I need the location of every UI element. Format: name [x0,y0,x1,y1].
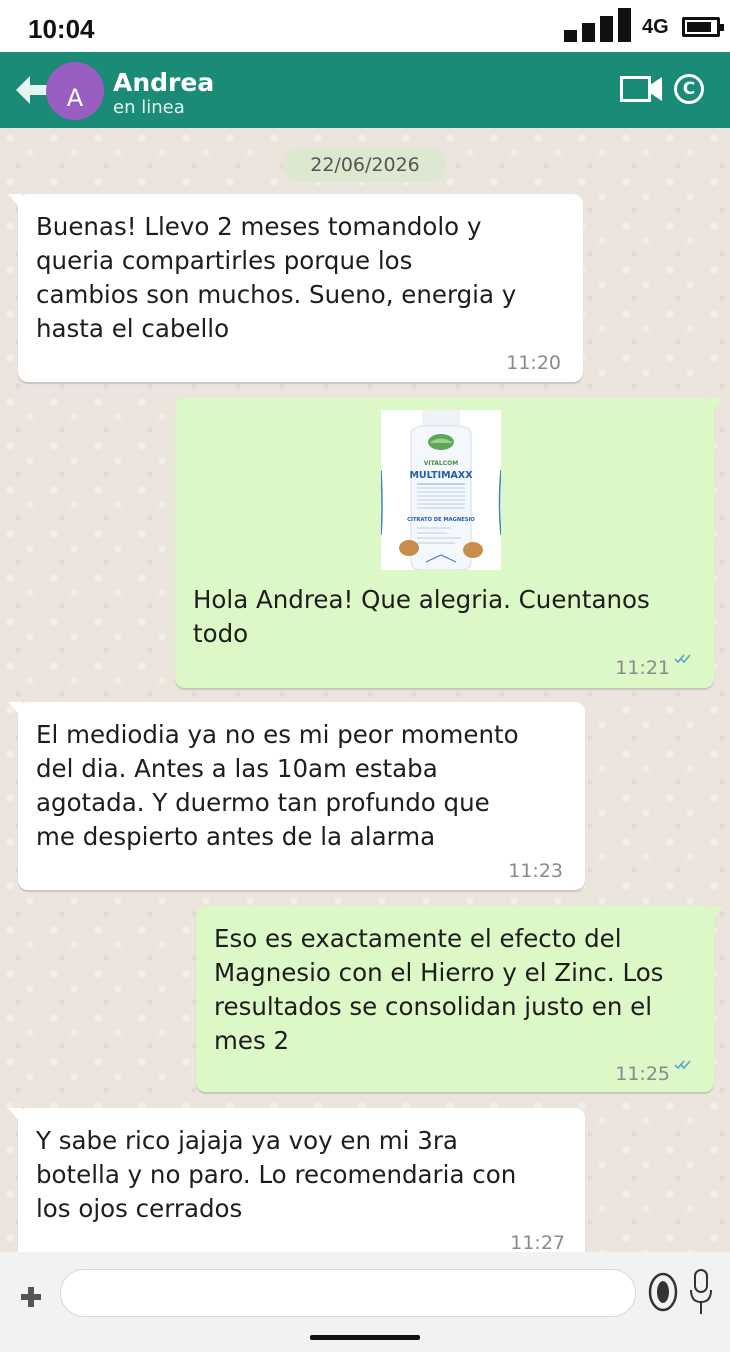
message-input[interactable] [60,1269,636,1317]
message-line: agotada. Y duermo tan profundo que [36,788,490,817]
message-line: del dia. Antes a las 10am estaba [36,754,438,783]
plus-icon[interactable] [20,1286,42,1308]
message-time: 11:25 [615,1063,670,1085]
message-time: 11:20 [506,352,561,374]
home-indicator [310,1335,420,1340]
message-line: Buenas! Llevo 2 meses tomandolo y [36,212,482,241]
message-time: 11:27 [510,1232,565,1252]
message-line: mes 2 [214,1026,290,1055]
message-line: todo [193,619,249,648]
camera-icon[interactable] [648,1272,678,1312]
product-brand: VITALCOM [424,460,458,467]
battery-icon [682,17,724,37]
message-time: 11:21 [615,657,670,679]
double-check-icon [674,654,691,664]
date-chip: 22/06/2026 [283,148,447,182]
message-text: Y sabe rico jajaja ya voy en mi 3ra bote… [36,1124,516,1226]
message-text: Hola Andrea! Que alegria. Cuentanos todo [193,583,650,651]
message-bubble-outgoing[interactable]: VITALCOM MULTIMAXX CITRATO DE MAGNESIO H… [175,398,724,688]
message-bubble-outgoing[interactable]: Eso es exactamente el efecto del Magnesi… [196,906,724,1092]
message-line: El mediodia ya no es mi peor momento [36,720,519,749]
network-type: 4G [642,16,669,38]
message-time: 11:23 [508,860,563,882]
double-check-icon [674,1060,691,1070]
message-line: queria compartirles porque los [36,246,413,275]
message-line: cambios son muchos. Sueno, energia y [36,280,517,309]
message-bubble-incoming[interactable]: Y sabe rico jajaja ya voy en mi 3ra bote… [8,1108,585,1252]
chat-header: A Andrea en linea C [0,52,730,128]
signal-icon [564,8,632,42]
message-bubble-incoming[interactable]: Buenas! Llevo 2 meses tomandolo y queria… [8,194,583,382]
message-line: Hola Andrea! Que alegria. Cuentanos [193,585,650,614]
video-call-icon[interactable] [620,74,664,104]
back-arrow-icon[interactable] [14,74,50,106]
message-line: me despierto antes de la alarma [36,822,436,851]
contact-name[interactable]: Andrea [113,68,214,97]
avatar-letter: A [66,84,84,112]
product-subtitle: CITRATO DE MAGNESIO [407,517,475,523]
message-text: Buenas! Llevo 2 meses tomandolo y queria… [36,210,516,346]
status-time: 10:04 [28,14,95,44]
message-text: Eso es exactamente el efecto del Magnesi… [214,922,663,1058]
contact-status: en linea [113,97,185,118]
microphone-icon[interactable] [688,1268,714,1316]
product-image[interactable]: VITALCOM MULTIMAXX CITRATO DE MAGNESIO [381,410,501,570]
status-bar: 10:04 4G [0,0,730,52]
message-line: hasta el cabello [36,314,230,343]
call-icon[interactable]: C [674,74,704,104]
call-glyph: C [682,79,696,99]
message-line: Magnesio con el Hierro y el Zinc. Los [214,958,664,987]
message-line: botella y no paro. Lo recomendaria con [36,1160,517,1189]
message-line: los ojos cerrados [36,1194,243,1223]
message-line: Eso es exactamente el efecto del [214,924,622,953]
avatar[interactable]: A [46,62,104,120]
input-bar [0,1252,730,1352]
message-line: Y sabe rico jajaja ya voy en mi 3ra [36,1126,458,1155]
product-bottle-image: VITALCOM MULTIMAXX CITRATO DE MAGNESIO [381,410,501,570]
message-line: resultados se consolidan justo en el [214,992,653,1021]
chat-area[interactable]: 22/06/2026 Buenas! Llevo 2 meses tomando… [0,128,730,1252]
message-text: El mediodia ya no es mi peor momento del… [36,718,519,854]
message-bubble-incoming[interactable]: El mediodia ya no es mi peor momento del… [8,702,585,890]
product-name: MULTIMAXX [409,470,473,481]
